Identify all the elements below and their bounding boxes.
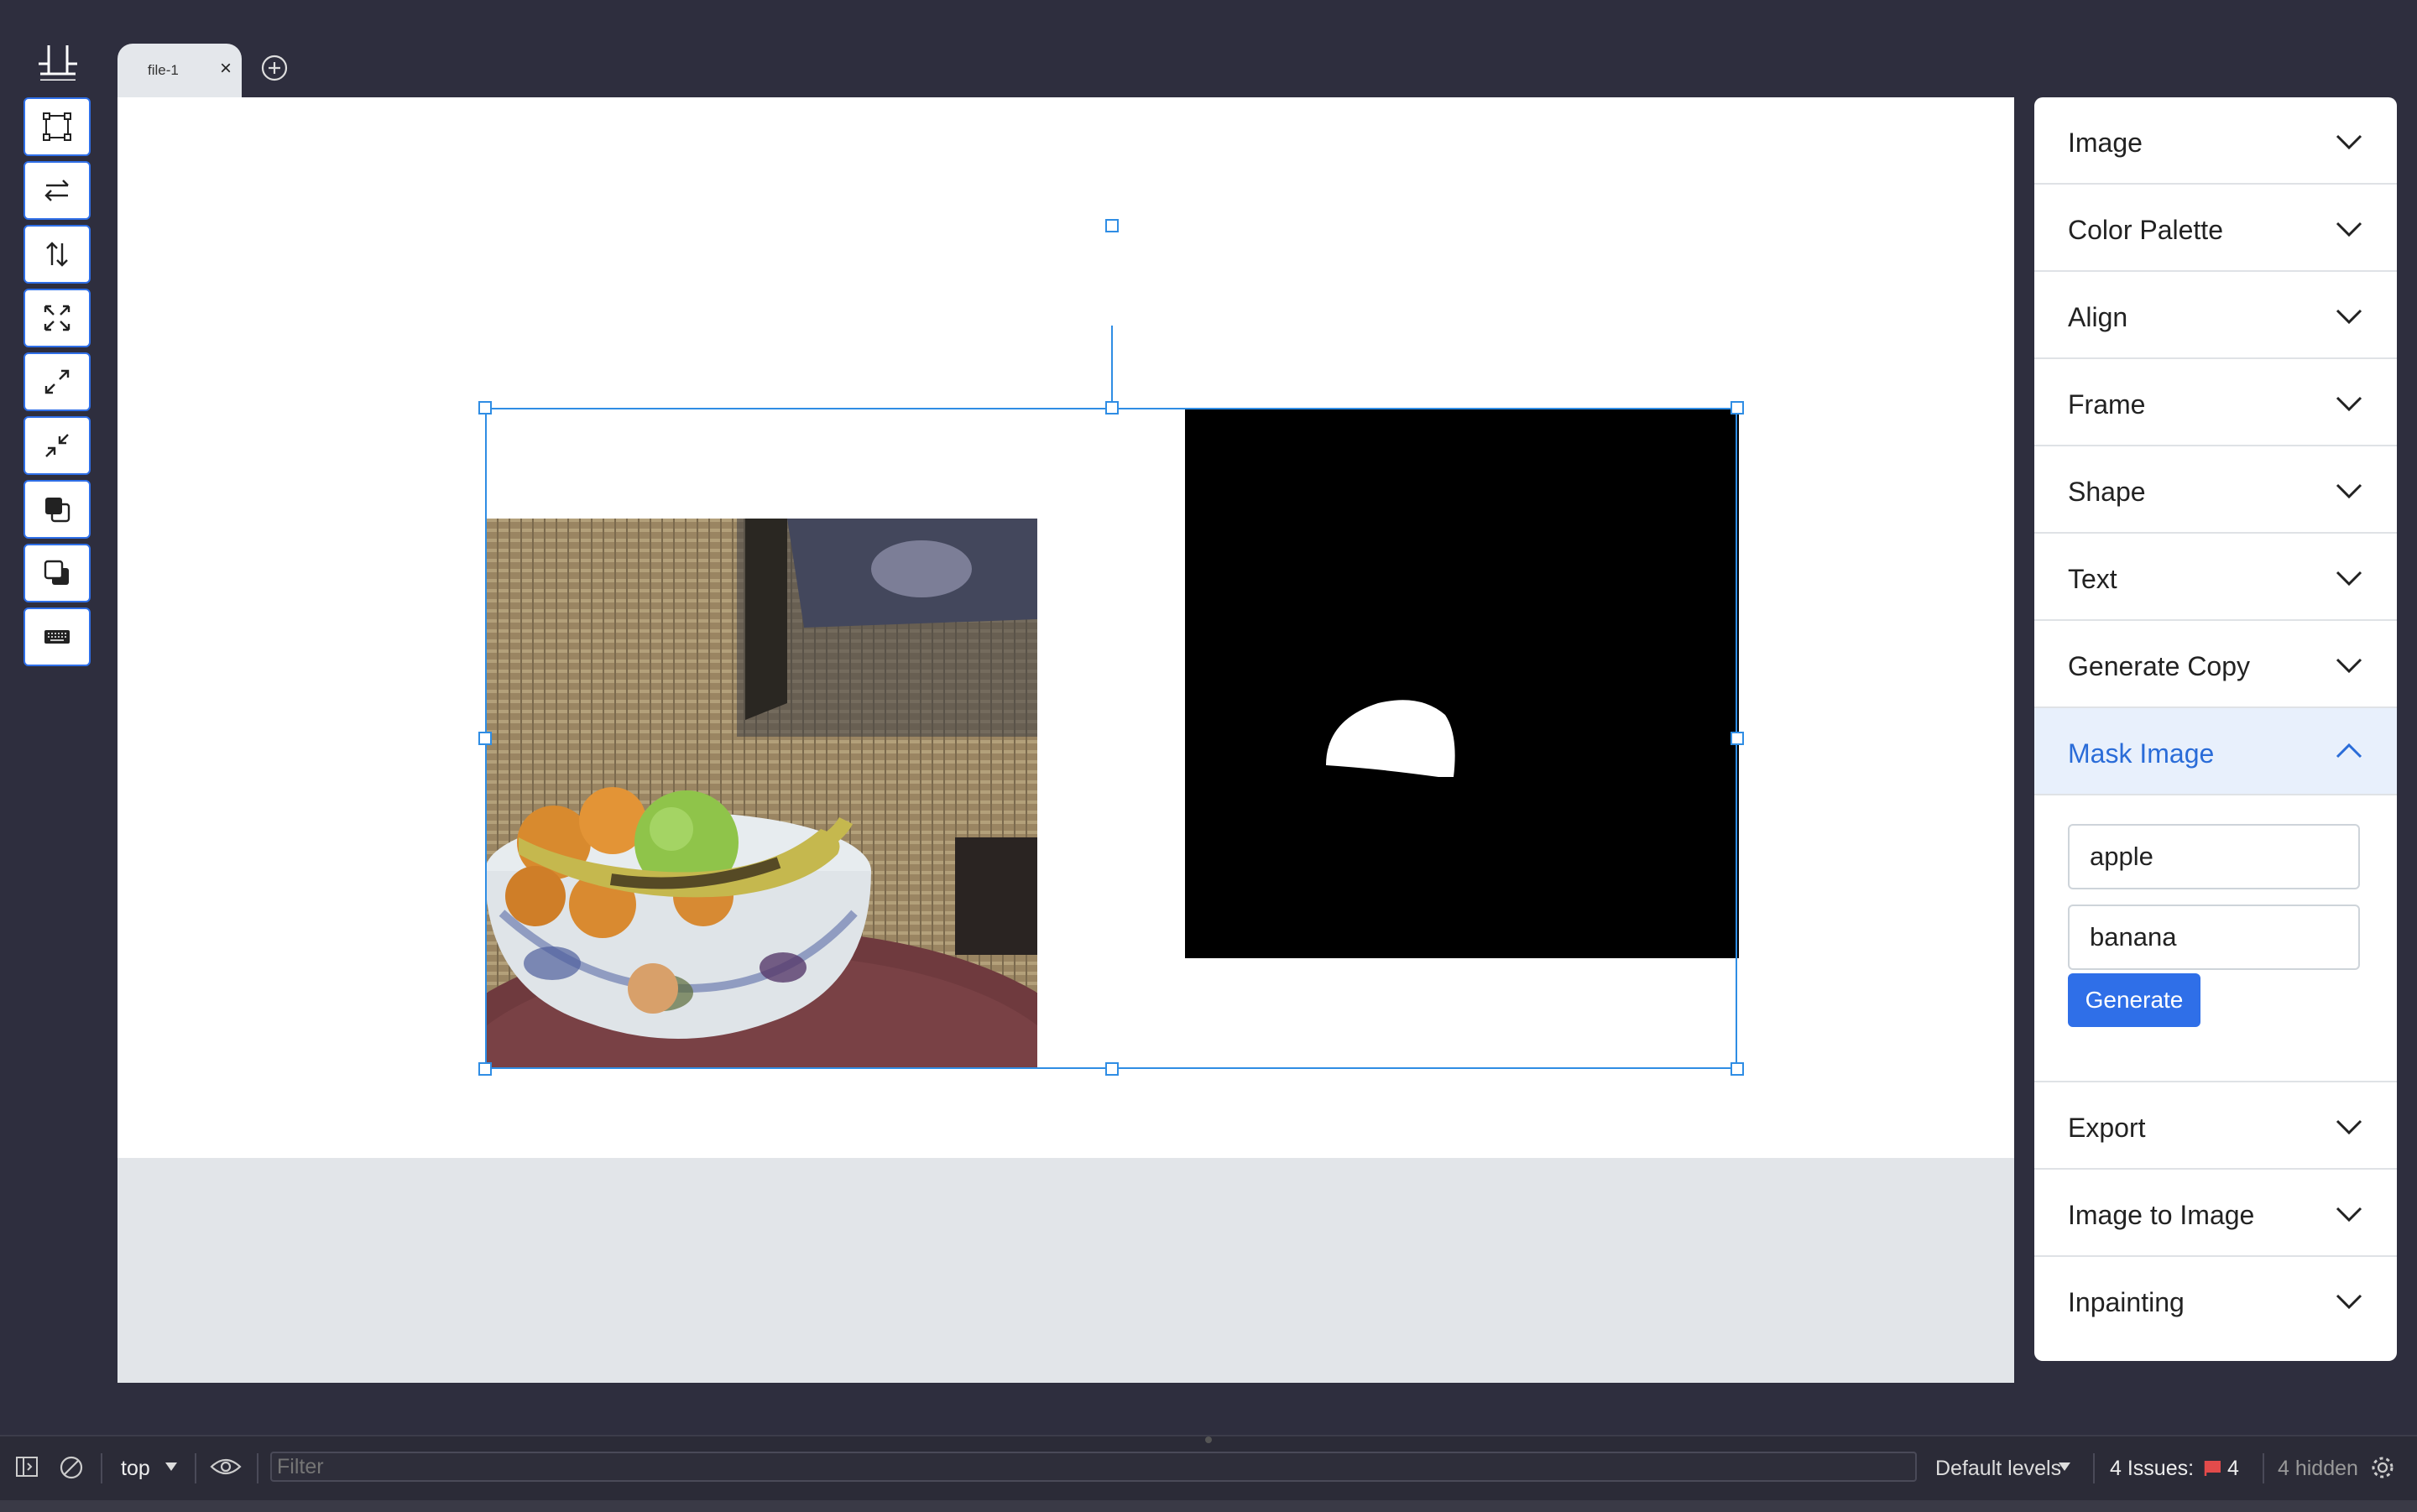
log-levels-select[interactable]: Default levels (1935, 1457, 2061, 1481)
chevron-down-icon (2336, 571, 2362, 587)
rotation-line (1111, 326, 1113, 408)
bring-front-button[interactable] (23, 480, 91, 539)
section-label: Image (2068, 128, 2143, 158)
resize-handle-bottom[interactable] (1105, 1062, 1119, 1076)
divider (2263, 1453, 2264, 1483)
section-label: Shape (2068, 477, 2146, 507)
dropdown-icon (165, 1462, 177, 1471)
section-label: Image to Image (2068, 1200, 2255, 1230)
chevron-down-icon (2336, 1119, 2362, 1135)
shrink-icon (45, 434, 69, 457)
section-label: Export (2068, 1113, 2146, 1143)
chevron-down-icon (2336, 222, 2362, 237)
devtools-console-bar: top Default levels 4 Issues: 4 4 hidden (0, 1435, 2417, 1512)
expand-button[interactable] (23, 352, 91, 411)
sidebar-toggle-icon[interactable] (15, 1455, 39, 1478)
close-icon[interactable]: × (220, 59, 232, 79)
divider (101, 1453, 102, 1483)
section-label: Color Palette (2068, 215, 2223, 245)
tab-file-1[interactable]: file-1 × (117, 44, 242, 97)
left-toolbar (23, 97, 94, 671)
hidden-count: 4 hidden (2278, 1457, 2358, 1480)
clear-console-icon[interactable] (59, 1455, 84, 1480)
section-image[interactable]: Image (2034, 97, 2397, 185)
flip-vertical-icon (46, 242, 68, 267)
chevron-down-icon (2336, 1207, 2362, 1223)
section-shape[interactable]: Shape (2034, 446, 2397, 534)
issue-flag-icon (2204, 1461, 2221, 1476)
mask-prompt-input-2[interactable] (2068, 905, 2360, 970)
dropdown-icon (2059, 1462, 2070, 1471)
gear-icon[interactable] (2370, 1455, 2395, 1480)
fit-icon (44, 305, 70, 331)
section-label: Frame (2068, 389, 2146, 420)
section-frame[interactable]: Frame (2034, 359, 2397, 446)
chevron-down-icon (2336, 396, 2362, 412)
eye-icon[interactable] (210, 1455, 242, 1478)
chevron-down-icon (2336, 309, 2362, 325)
keyboard-icon (44, 630, 70, 644)
tab-label: file-1 (148, 62, 179, 78)
section-export[interactable]: Export (2034, 1082, 2397, 1170)
fit-button[interactable] (23, 289, 91, 347)
frame-icon (43, 112, 71, 141)
mask-prompt-input-1[interactable] (2068, 824, 2360, 889)
resize-handle-top-left[interactable] (478, 401, 492, 414)
flip-vertical-button[interactable] (23, 225, 91, 284)
issues-count: 4 (2227, 1457, 2239, 1480)
divider (195, 1453, 196, 1483)
section-label: Align (2068, 302, 2128, 332)
chevron-down-icon (2336, 483, 2362, 499)
bring-front-icon (45, 498, 70, 523)
resize-handle-top[interactable] (1105, 401, 1119, 414)
resize-handle-right[interactable] (1731, 732, 1744, 745)
chevron-up-icon (2336, 743, 2362, 759)
section-label: Inpainting (2068, 1287, 2185, 1317)
console-filter-input[interactable] (270, 1452, 1917, 1482)
add-tab-icon[interactable] (260, 54, 289, 82)
resize-handle-bottom-right[interactable] (1731, 1062, 1744, 1076)
chevron-down-icon (2336, 1294, 2362, 1310)
resize-handle-top-right[interactable] (1731, 401, 1744, 414)
chevron-down-icon (2336, 134, 2362, 150)
generate-button[interactable]: Generate (2068, 973, 2200, 1027)
resize-handle-left[interactable] (478, 732, 492, 745)
section-generate-copy[interactable]: Generate Copy (2034, 621, 2397, 708)
section-image-to-image[interactable]: Image to Image (2034, 1170, 2397, 1257)
section-text[interactable]: Text (2034, 534, 2397, 621)
mask-image-body: Generate (2034, 795, 2397, 1082)
canvas-area[interactable] (117, 97, 2014, 1383)
resize-handle-bottom-left[interactable] (478, 1062, 492, 1076)
selection-box[interactable] (485, 408, 1737, 1069)
send-back-icon (44, 560, 69, 585)
section-label: Text (2068, 564, 2117, 594)
section-label: Generate Copy (2068, 651, 2251, 681)
flip-horizontal-button[interactable] (23, 161, 91, 220)
section-label: Mask Image (2068, 738, 2215, 769)
chevron-down-icon (2336, 658, 2362, 674)
send-back-button[interactable] (23, 544, 91, 602)
section-inpainting[interactable]: Inpainting (2034, 1257, 2397, 1344)
properties-panel: Image Color Palette Align Frame Shape Te… (2034, 97, 2397, 1361)
frame-tool-button[interactable] (23, 97, 91, 156)
app-logo (39, 45, 77, 81)
expand-icon (44, 369, 70, 394)
divider (2093, 1453, 2095, 1483)
issues-label[interactable]: 4 Issues: (2110, 1457, 2194, 1481)
resize-grip[interactable] (1205, 1436, 1212, 1443)
section-align[interactable]: Align (2034, 272, 2397, 359)
shrink-button[interactable] (23, 416, 91, 475)
section-mask-image[interactable]: Mask Image (2034, 708, 2397, 795)
keyboard-shortcuts-button[interactable] (23, 607, 91, 666)
rotate-handle[interactable] (1105, 219, 1119, 232)
section-color-palette[interactable]: Color Palette (2034, 185, 2397, 272)
artboard[interactable] (117, 97, 2014, 1158)
flip-horizontal-icon (44, 180, 69, 201)
divider (257, 1453, 258, 1483)
context-select[interactable]: top (121, 1457, 150, 1481)
